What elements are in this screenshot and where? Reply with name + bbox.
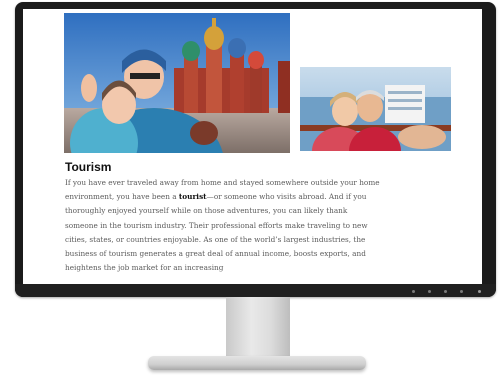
article-title: Tourism: [65, 160, 112, 174]
monitor-button: [444, 290, 447, 293]
monitor-button: [428, 290, 431, 293]
monitor-chin: [15, 284, 496, 297]
main-photo: [64, 13, 290, 153]
monitor-stand-neck: [226, 297, 290, 361]
monitor-button: [412, 290, 415, 293]
side-photo: [300, 67, 451, 151]
article-body: If you have ever traveled away from home…: [65, 176, 380, 275]
monitor-stand-base: [148, 356, 366, 370]
cruise-couple-image: [300, 67, 451, 151]
power-icon: [478, 290, 481, 293]
keyword-tourist: tourist: [178, 192, 207, 202]
monitor-button: [460, 290, 463, 293]
monitor-mockup: Tourism If you have ever traveled away f…: [0, 0, 499, 375]
tourists-selfie-image: [64, 13, 290, 153]
article-body-text-continued: —or someone who visits abroad. And if yo…: [65, 192, 368, 273]
monitor-screen: Tourism If you have ever traveled away f…: [23, 9, 482, 284]
